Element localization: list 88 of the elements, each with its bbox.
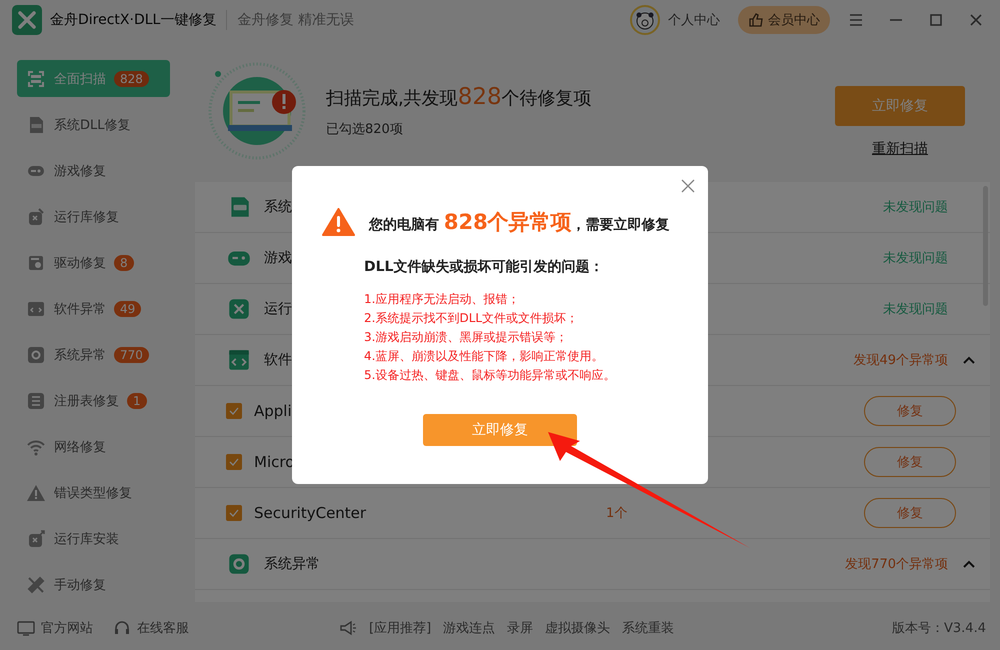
download-icon: [26, 528, 46, 548]
app-title: 金舟DirectX·DLL一键修复: [50, 11, 216, 29]
megaphone-icon: [339, 619, 357, 637]
sidebar-label: 全面扫描: [54, 70, 106, 88]
problem-text: 1.应用程序无法启动、报错；: [364, 292, 520, 307]
category-status: 未发现问题: [883, 250, 948, 267]
problem-text: 5.设备过热、键盘、鼠标等功能异常或不响应。: [364, 368, 616, 383]
sidebar-label: 游戏修复: [54, 162, 106, 180]
sidebar-item[interactable]: 游戏修复: [17, 152, 170, 189]
sidebar-label: 运行库修复: [54, 208, 119, 226]
version-text: 版本号：V3.4.4: [892, 620, 986, 637]
sidebar-label: 系统DLL修复: [54, 116, 130, 134]
user-center-link[interactable]: 个人中心: [668, 11, 720, 29]
count-badge: 49: [114, 300, 142, 316]
problem-text: 3.游戏启动崩溃、黑屏或提示错误等；: [364, 330, 568, 345]
recommend-link[interactable]: 系统重装: [622, 619, 674, 637]
sidebar-item[interactable]: 系统异常 770: [17, 336, 170, 373]
thumb-up-icon: [748, 12, 764, 28]
item-name: Appli: [254, 402, 293, 420]
sidebar-item[interactable]: 全面扫描 828: [17, 60, 170, 97]
category-status: 未发现问题: [883, 199, 948, 216]
scan-icon: [26, 68, 46, 88]
sidebar-label: 软件异常: [54, 300, 106, 318]
app-slogan: 金舟修复 精准无误: [237, 11, 354, 29]
logo-icon: [12, 5, 42, 35]
check-icon: [229, 406, 239, 416]
repair-button[interactable]: 修复: [864, 498, 956, 528]
close-icon[interactable]: [680, 178, 696, 194]
warning-icon: [322, 208, 355, 236]
headset-icon: [113, 619, 131, 637]
category-label: 系统: [264, 198, 292, 216]
sidebar-item[interactable]: 网络修复: [17, 428, 170, 465]
dialog-heading: DLL文件缺失或损坏可能引发的问题：: [364, 258, 604, 276]
gear-icon: [26, 344, 46, 364]
sidebar-item[interactable]: 手动修复: [17, 566, 170, 603]
repair-now-button[interactable]: 立即修复: [423, 414, 577, 446]
monitor-icon: [17, 619, 35, 637]
repair-button[interactable]: 修复: [864, 447, 956, 477]
problem-text: 2.系统提示找不到DLL文件或文件损坏；: [364, 311, 580, 326]
avatar-icon[interactable]: [630, 5, 660, 35]
count-badge: 828: [114, 70, 149, 86]
item-name: SecurityCenter: [254, 504, 368, 522]
category-label: 运行: [264, 300, 292, 318]
recommend-link[interactable]: 录屏: [507, 619, 534, 637]
warning-icon: [26, 482, 46, 502]
checkbox[interactable]: [226, 505, 242, 521]
rescan-link[interactable]: 重新扫描: [872, 140, 928, 158]
checkbox[interactable]: [226, 403, 242, 419]
sidebar-item[interactable]: 注册表修复 1: [17, 382, 170, 419]
sidebar-item[interactable]: 系统DLL修复: [17, 106, 170, 143]
category-label: 游戏: [264, 249, 292, 267]
sidebar-label: 网络修复: [54, 438, 106, 456]
sidebar-label: 驱动修复: [54, 254, 106, 272]
sidebar-item[interactable]: 错误类型修复: [17, 474, 170, 511]
issue-count: 1个: [606, 505, 628, 522]
problem-text: 4.蓝屏、崩溃以及性能下降，影响正常使用。: [364, 349, 604, 364]
checkbox[interactable]: [226, 454, 242, 470]
category-status: 发现770个异常项: [845, 556, 948, 573]
category-label: 系统异常: [264, 555, 320, 573]
repair-button[interactable]: 修复: [864, 396, 956, 426]
sidebar-item[interactable]: 运行库安装: [17, 520, 170, 557]
sidebar-label: 运行库安装: [54, 530, 119, 548]
selected-count-text: 已勾选820项: [326, 121, 404, 138]
sidebar-label: 系统异常: [54, 346, 106, 364]
sidebar-label: 错误类型修复: [54, 484, 132, 502]
footer-link[interactable]: 官方网站: [41, 619, 93, 637]
category-label: 软件: [264, 351, 292, 369]
sidebar-item[interactable]: 软件异常 49: [17, 290, 170, 327]
count-badge: 770: [114, 346, 149, 362]
sidebar-item[interactable]: 运行库修复: [17, 198, 170, 235]
category-status: 未发现问题: [883, 301, 948, 318]
recommend-link[interactable]: 虚拟摄像头: [545, 619, 610, 637]
scan-summary-title: 扫描完成,共发现828个待修复项: [326, 84, 593, 110]
sidebar-label: 注册表修复: [54, 392, 119, 410]
sidebar-label: 手动修复: [54, 576, 106, 594]
category-status: 发现49个异常项: [853, 352, 948, 369]
check-icon: [229, 457, 239, 467]
vip-button[interactable]: 会员中心: [738, 6, 830, 34]
list-icon: [26, 390, 46, 410]
repair-now-button[interactable]: 立即修复: [835, 86, 965, 126]
count-badge: 1: [127, 392, 147, 408]
count-badge: 8: [114, 254, 134, 270]
recommend-link[interactable]: 游戏连点: [443, 619, 496, 637]
sidebar-item[interactable]: 驱动修复 8: [17, 244, 170, 281]
footer-link[interactable]: 在线客服: [137, 619, 189, 637]
dialog-title: 您的电脑有 828个异常项，需要立即修复: [369, 209, 670, 236]
recommend-link[interactable]: [应用推荐]: [369, 619, 432, 637]
check-icon: [229, 508, 239, 518]
